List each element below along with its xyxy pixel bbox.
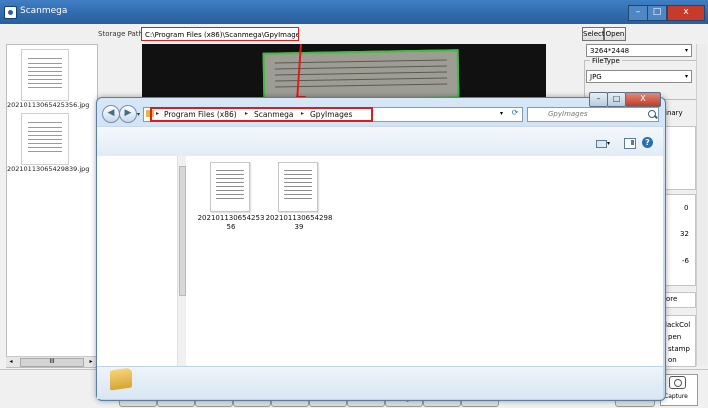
resolution-select[interactable]: 3264*2448 ▾ [586,44,692,57]
resolution-value: 3264*2448 [590,47,630,55]
back-arrow-icon[interactable]: ◀ [102,105,120,123]
forward-arrow-icon[interactable]: ▶ [119,105,137,123]
settings-box [664,126,696,190]
search-placeholder: GpyImages [548,110,588,118]
close-button[interactable]: x [667,5,705,21]
thumbnail-label[interactable]: 20210113065429839.jpg [7,165,89,173]
option-open[interactable]: pen [668,333,681,341]
right-panel-scrollbar[interactable] [696,44,707,366]
adjust-value-3: -6 [682,257,689,265]
filetype-value: JPG [590,73,602,81]
adjust-value-2: 32 [680,230,689,238]
thumbnail-list: 20210113065425356.jpg 20210113065429839.… [6,44,98,368]
thumbnail-label[interactable]: 20210113065425356.jpg [7,101,89,109]
camera-icon [669,376,686,389]
more-button[interactable]: ore [664,292,696,308]
filetype-label: FileType [590,57,622,65]
explorer-toolbar [97,126,663,158]
capture-label: Capture [664,393,688,400]
thumbnail-scrollbar[interactable]: ◂ III ▸ [6,356,96,367]
refresh-icon[interactable]: ⟳ [509,108,521,120]
image-thumbnail [210,162,250,212]
search-input[interactable] [527,107,659,122]
filetype-select[interactable]: JPG ▾ [586,70,692,83]
explorer-minimize-button[interactable]: – [589,92,608,107]
change-view-icon[interactable] [596,140,607,148]
adjustment-box [664,194,696,286]
recent-pages-dropdown-icon[interactable]: ▾ [137,111,140,118]
document-detection-frame [262,49,460,102]
minimize-button[interactable]: – [628,5,648,21]
app-title: Scanmega [20,6,68,16]
storage-path-input[interactable]: C:\Program Files (x86)\Scanmega\GpyImage… [141,27,299,41]
open-button[interactable]: Open [604,27,626,41]
details-pane [97,366,663,399]
chevron-down-icon: ▾ [684,73,688,80]
help-icon[interactable]: ? [642,137,653,148]
option-blackcolor[interactable]: lackCol [665,321,690,329]
adjust-value-1: 0 [684,204,689,212]
explorer-close-button[interactable]: X [625,92,661,107]
file-name: 20210113065429839 [265,214,333,231]
scroll-thumb[interactable]: III [20,358,84,367]
image-thumbnail [278,162,318,212]
option-on[interactable]: on [668,356,677,364]
option-stamp[interactable]: stamp [668,345,690,353]
app-logo-icon [4,6,17,19]
thumbnail-image[interactable] [21,113,69,165]
folder-icon [110,367,132,391]
title-bar: Scanmega – □ x [0,0,708,24]
thumbnail-image[interactable] [21,49,69,101]
address-dropdown-icon[interactable]: ▾ [500,110,503,117]
address-highlight [150,107,373,122]
navigation-pane [97,156,177,366]
more-label: ore [666,295,678,303]
scroll-thumb[interactable] [179,166,186,296]
explorer-maximize-button[interactable]: □ [607,92,626,107]
preview-pane-icon[interactable] [624,138,636,149]
chevron-down-icon: ▾ [684,47,688,54]
scroll-left-icon[interactable]: ◂ [7,358,15,366]
file-list: 20210113065425356 20210113065429839 [186,156,663,366]
maximize-button[interactable]: □ [647,5,667,21]
storage-path-label: Storage Path: [98,30,146,38]
scroll-right-icon[interactable]: ▸ [87,358,95,366]
binary-option[interactable]: inary [665,109,683,117]
select-button[interactable]: Select [582,27,605,41]
view-dropdown-icon[interactable]: ▾ [607,140,610,147]
search-icon[interactable] [648,110,656,118]
file-name: 20210113065425356 [197,214,265,231]
